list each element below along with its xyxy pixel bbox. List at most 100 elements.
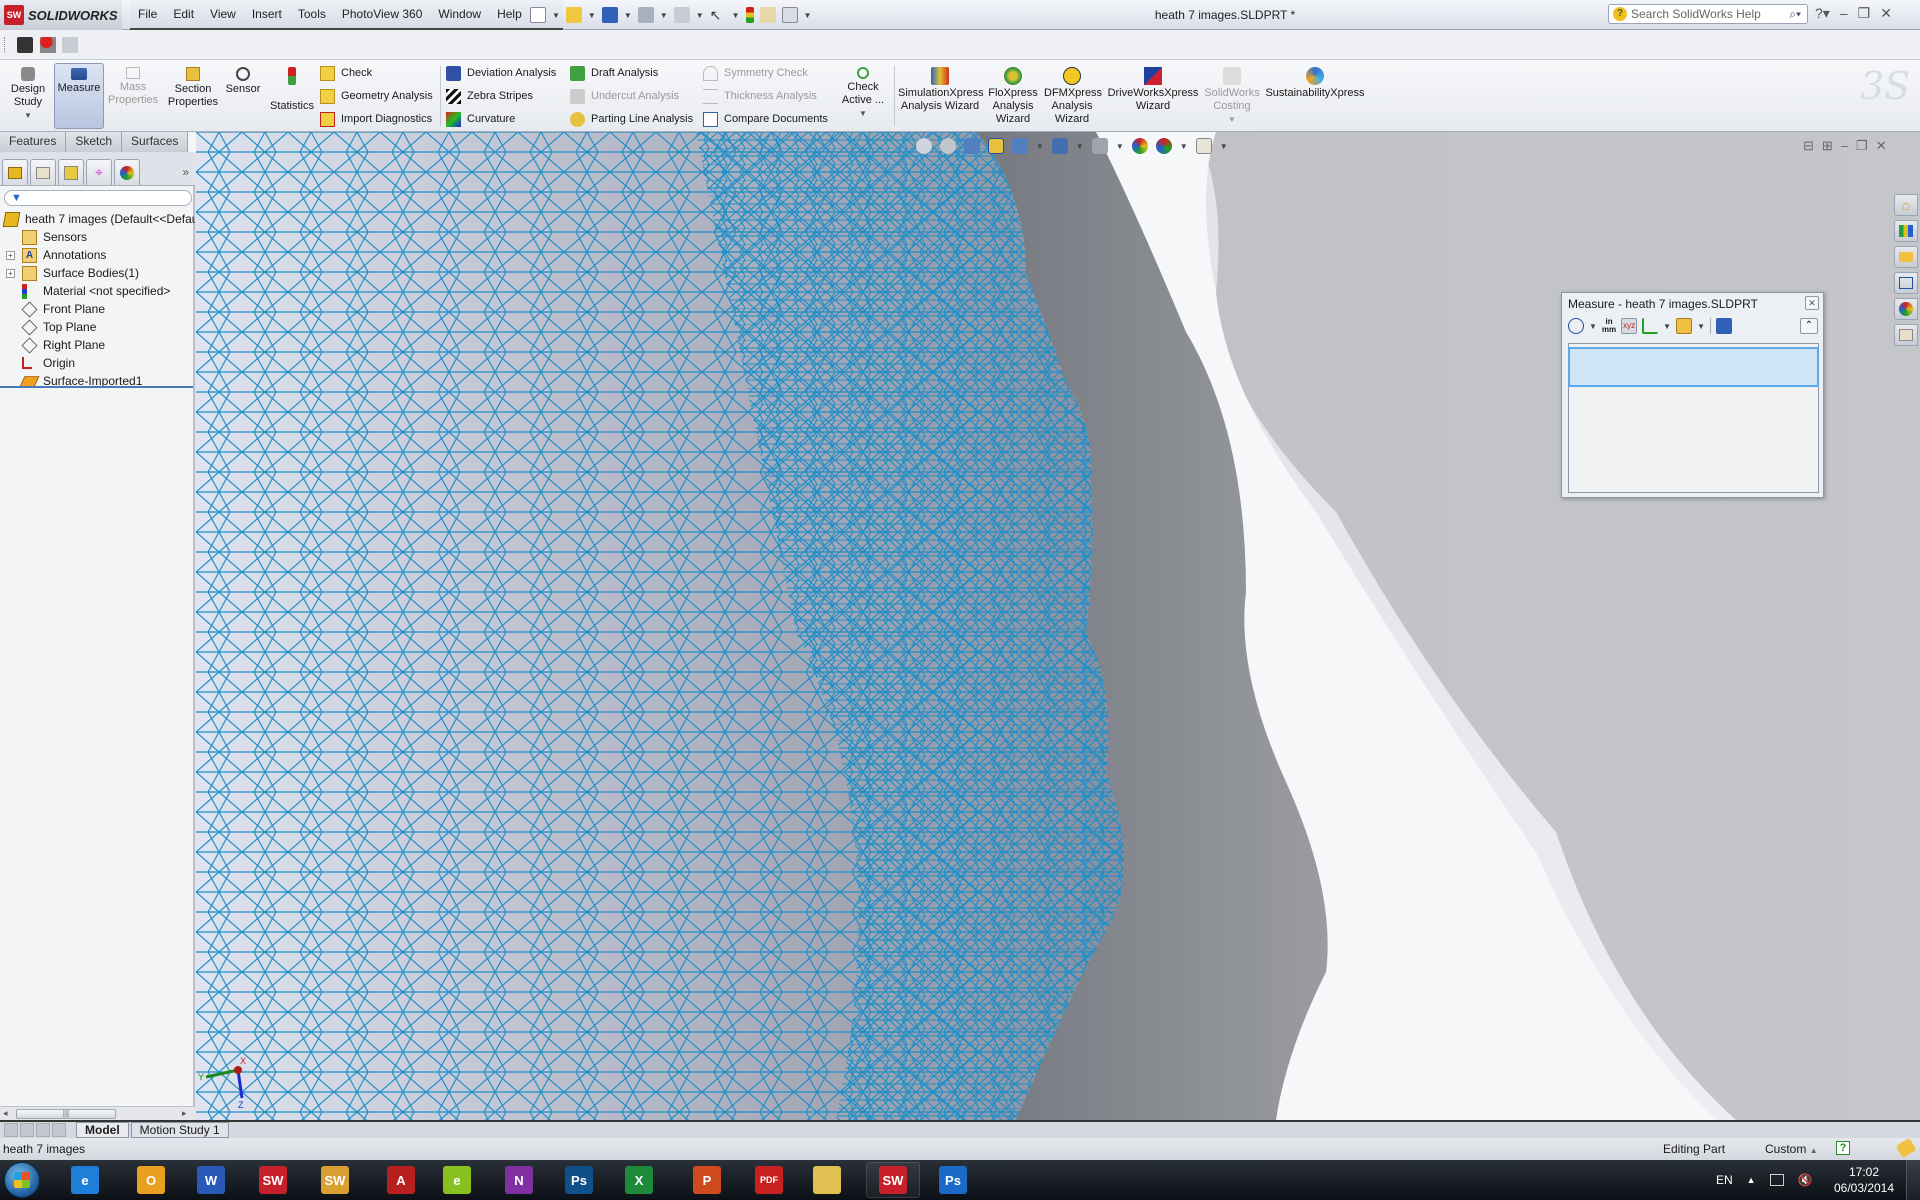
- taskbar-app-photoshop[interactable]: Ps: [926, 1162, 980, 1198]
- apply-scene-dropdown[interactable]: ▼: [1180, 142, 1188, 151]
- select-dropdown[interactable]: ▼: [732, 11, 740, 20]
- check-active-button[interactable]: Check Active ... ▼: [836, 63, 890, 129]
- zoom-to-area-icon[interactable]: [940, 138, 956, 154]
- xyz-dimensions-icon[interactable]: xyz: [1621, 318, 1638, 334]
- undercut-analysis-button[interactable]: Undercut Analysis: [570, 86, 679, 106]
- solidworks-costing-button[interactable]: SolidWorks Costing ▼: [1202, 63, 1262, 129]
- stop-record-icon[interactable]: [62, 37, 79, 53]
- units-precision-button[interactable]: in mm: [1602, 318, 1616, 334]
- taskbar-app-solidworks-explorer[interactable]: SW: [308, 1162, 362, 1198]
- rollback-bar[interactable]: [0, 386, 193, 388]
- volume-muted-icon[interactable]: 🔇: [1798, 1173, 1813, 1187]
- tree-item-annotations[interactable]: + A Annotations: [0, 246, 195, 264]
- zebra-stripes-button[interactable]: Zebra Stripes: [446, 86, 533, 106]
- menu-help[interactable]: Help: [489, 7, 530, 21]
- options-dropdown[interactable]: ▼: [804, 11, 812, 20]
- taskbar-app-solidworks[interactable]: SW: [246, 1162, 300, 1198]
- expand-tabs-icon[interactable]: »: [182, 165, 189, 179]
- save-measurement-icon[interactable]: [1716, 318, 1732, 334]
- print-icon[interactable]: [637, 7, 654, 23]
- hide-show-dropdown[interactable]: ▼: [1116, 142, 1124, 151]
- solidworks-resources-tab[interactable]: ⌂: [1894, 194, 1918, 216]
- taskbar-app-onenote[interactable]: N: [492, 1162, 546, 1198]
- tab-model[interactable]: Model: [76, 1122, 129, 1138]
- taskbar-app-powerpoint[interactable]: P: [680, 1162, 734, 1198]
- thickness-analysis-button[interactable]: Thickness Analysis: [703, 86, 817, 106]
- appearances-tab[interactable]: [1894, 298, 1918, 320]
- custom-properties-tab[interactable]: [1894, 324, 1918, 346]
- menu-edit[interactable]: Edit: [165, 7, 202, 21]
- dfmxpress-button[interactable]: DFMXpress Analysis Wizard: [1044, 63, 1102, 129]
- help-menu-icon[interactable]: ?▾: [1815, 5, 1830, 22]
- apply-scene-icon[interactable]: [1155, 138, 1172, 154]
- new-document-icon[interactable]: [530, 7, 546, 23]
- first-tab-icon[interactable]: [4, 1123, 18, 1137]
- section-view-icon[interactable]: [988, 138, 1004, 154]
- viewport-close-icon[interactable]: ✕: [1876, 138, 1887, 154]
- taskbar-app-photoshop-elements[interactable]: Ps: [552, 1162, 606, 1198]
- tab-surfaces[interactable]: Surfaces: [122, 132, 189, 152]
- scroll-right-icon[interactable]: ▸: [182, 1108, 187, 1119]
- network-icon[interactable]: [1769, 1174, 1784, 1186]
- options-icon[interactable]: [781, 7, 798, 23]
- new-dropdown[interactable]: ▼: [552, 11, 560, 20]
- section-properties-button[interactable]: Section Properties: [166, 63, 220, 129]
- mass-properties-button[interactable]: Mass Properties: [108, 63, 158, 129]
- statistics-button[interactable]: Statistics: [268, 63, 316, 129]
- file-explorer-tab[interactable]: [1894, 246, 1918, 268]
- deviation-analysis-button[interactable]: Deviation Analysis: [446, 63, 556, 83]
- units-selector[interactable]: Custom ▲: [1765, 1142, 1818, 1156]
- view-settings-dropdown[interactable]: ▼: [1220, 142, 1228, 151]
- configuration-manager-tab[interactable]: [58, 159, 84, 185]
- floxpress-button[interactable]: FloXpress Analysis Wizard: [988, 63, 1038, 129]
- open-icon[interactable]: [565, 7, 582, 23]
- symmetry-check-button[interactable]: Symmetry Check: [703, 63, 808, 83]
- taskbar-app-excel[interactable]: X: [612, 1162, 666, 1198]
- last-tab-icon[interactable]: [52, 1123, 66, 1137]
- parting-line-analysis-button[interactable]: Parting Line Analysis: [570, 109, 693, 129]
- view-palette-tab[interactable]: [1894, 272, 1918, 294]
- sustainabilityxpress-button[interactable]: SustainabilityXpress: [1265, 63, 1365, 129]
- close-icon[interactable]: ✕: [1880, 5, 1892, 22]
- expand-icon[interactable]: +: [6, 250, 15, 260]
- tree-item-origin[interactable]: Origin: [0, 354, 195, 372]
- tree-item-material[interactable]: Material <not specified>: [0, 282, 195, 300]
- previous-view-icon[interactable]: [964, 138, 980, 154]
- tree-item-top-plane[interactable]: Top Plane: [0, 318, 195, 336]
- tag-icon[interactable]: [1895, 1137, 1917, 1159]
- save-icon[interactable]: [601, 7, 618, 23]
- collapse-button[interactable]: ⌃: [1800, 318, 1818, 334]
- arc-dropdown[interactable]: ▼: [1589, 322, 1597, 331]
- display-style-dropdown[interactable]: ▼: [1076, 142, 1084, 151]
- next-tab-icon[interactable]: [36, 1123, 50, 1137]
- property-manager-tab[interactable]: [30, 159, 56, 185]
- start-button[interactable]: [4, 1162, 40, 1198]
- geometry-analysis-button[interactable]: Geometry Analysis: [320, 86, 433, 106]
- view-orientation-icon[interactable]: [1012, 138, 1028, 154]
- menu-tools[interactable]: Tools: [290, 7, 334, 21]
- taskbar-app-outlook[interactable]: O: [124, 1162, 178, 1198]
- save-dropdown[interactable]: ▼: [624, 11, 632, 20]
- feature-tree-tab[interactable]: [2, 159, 28, 185]
- rebuild-icon[interactable]: [745, 7, 754, 23]
- edit-appearance-icon[interactable]: [1131, 138, 1148, 154]
- simulationxpress-button[interactable]: SimulationXpress Analysis Wizard: [898, 63, 984, 129]
- design-library-tab[interactable]: [1894, 220, 1918, 242]
- taskbar-app-autocad[interactable]: A: [374, 1162, 428, 1198]
- view-settings-icon[interactable]: [1195, 138, 1212, 154]
- viewport-minimize-icon[interactable]: –: [1841, 138, 1848, 154]
- view-orientation-dropdown[interactable]: ▼: [1036, 142, 1044, 151]
- split-vertical-icon[interactable]: ⊞: [1822, 138, 1833, 154]
- open-dropdown[interactable]: ▼: [588, 11, 596, 20]
- tree-item-surface-bodies[interactable]: + Surface Bodies(1): [0, 264, 195, 282]
- graphics-area[interactable]: ▼ ▼ ▼ ▼ ▼ ⊟ ⊞ – ❐ ✕ ⌂ X Y Z: [196, 132, 1920, 1120]
- select-icon[interactable]: ↖: [710, 7, 726, 23]
- quick-tips-icon[interactable]: ?: [1836, 1141, 1850, 1155]
- menu-window[interactable]: Window: [430, 7, 489, 21]
- tree-root[interactable]: heath 7 images (Default<<Default>: [0, 210, 195, 228]
- dimxpert-manager-tab[interactable]: ⌖: [86, 159, 112, 185]
- display-style-icon[interactable]: [1051, 138, 1068, 154]
- toolbar-grip[interactable]: [4, 37, 8, 53]
- compare-documents-button[interactable]: Compare Documents: [703, 109, 828, 129]
- taskbar-app-internet-explorer[interactable]: e: [58, 1162, 112, 1198]
